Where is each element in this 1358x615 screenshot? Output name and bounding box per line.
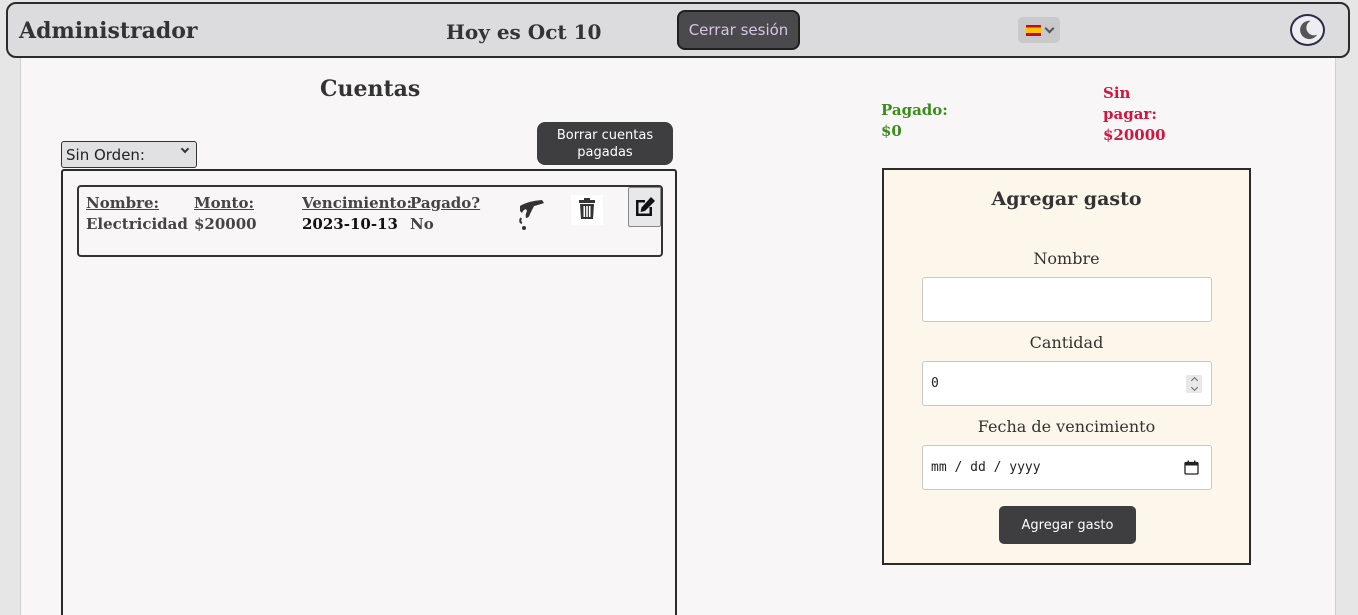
bill-paid: No xyxy=(410,215,434,233)
main-panel: Cuentas Sin Orden: Borrar cuentas pagada… xyxy=(20,58,1336,615)
unpaid-label: Sin pagar: xyxy=(1103,84,1157,123)
amount-label: Cantidad xyxy=(1029,333,1104,352)
chevron-down-icon xyxy=(1044,23,1054,33)
admin-title: Administrador xyxy=(19,18,198,44)
order-select-value: Sin Orden: xyxy=(66,145,145,164)
edit-button[interactable] xyxy=(628,187,661,227)
due-date-input[interactable]: mm / dd / yyyy xyxy=(922,445,1212,490)
bills-title: Cuentas xyxy=(320,76,421,102)
unpaid-value: $20000 xyxy=(1103,126,1166,144)
today-date: Hoy es Oct 10 xyxy=(446,20,602,44)
bill-due-column: Vencimiento: 2023-10-13 xyxy=(302,194,412,233)
chevron-down-icon xyxy=(180,144,190,154)
moon-icon xyxy=(1299,20,1317,40)
order-select[interactable]: Sin Orden: xyxy=(61,141,197,168)
bill-paid-column: Pagado? No xyxy=(410,194,480,233)
pay-hand-icon[interactable] xyxy=(516,198,548,232)
bill-name-column: Nombre: Electricidad xyxy=(86,194,188,233)
name-input[interactable] xyxy=(922,277,1212,322)
bill-amount-column: Monto: $20000 xyxy=(194,194,257,233)
paid-value: $0 xyxy=(881,122,902,140)
number-spinner[interactable] xyxy=(1186,375,1202,393)
top-bar: Administrador Hoy es Oct 10 Cerrar sesió… xyxy=(6,2,1350,58)
bill-paid-header: Pagado? xyxy=(410,194,481,212)
name-label: Nombre xyxy=(1033,249,1100,268)
bill-name-header: Nombre: xyxy=(86,194,160,212)
bill-amount-header: Monto: xyxy=(194,194,254,212)
amount-input[interactable]: 0 xyxy=(922,361,1212,406)
amount-value: 0 xyxy=(931,376,939,391)
form-title: Agregar gasto xyxy=(991,188,1142,210)
paid-label: Pagado: xyxy=(881,101,948,119)
add-expense-form: Agregar gasto Nombre Cantidad 0 Fecha de… xyxy=(882,168,1251,565)
bill-amount: $20000 xyxy=(194,215,257,233)
bill-due-header: Vencimiento: xyxy=(302,194,413,212)
logout-button[interactable]: Cerrar sesión xyxy=(677,10,800,50)
bill-name: Electricidad xyxy=(86,215,188,233)
edit-icon xyxy=(635,197,655,216)
unpaid-total: Sin pagar: $20000 xyxy=(1103,83,1173,146)
bill-card: Nombre: Electricidad Monto: $20000 Venci… xyxy=(77,185,663,257)
delete-paid-bills-button[interactable]: Borrar cuentas pagadas xyxy=(537,122,673,165)
language-select[interactable] xyxy=(1018,17,1060,43)
add-expense-button[interactable]: Agregar gasto xyxy=(999,506,1136,544)
theme-toggle-button[interactable] xyxy=(1290,14,1325,46)
spain-flag-icon xyxy=(1025,24,1041,36)
bill-due: 2023-10-13 xyxy=(302,215,398,233)
bills-list: Nombre: Electricidad Monto: $20000 Venci… xyxy=(61,169,677,615)
calendar-icon[interactable] xyxy=(1184,460,1199,475)
due-date-label: Fecha de vencimiento xyxy=(977,417,1156,436)
spin-down-icon xyxy=(1190,383,1198,392)
trash-icon[interactable] xyxy=(571,195,603,225)
due-date-placeholder: mm / dd / yyyy xyxy=(931,460,1041,475)
paid-total: Pagado: $0 xyxy=(881,100,948,142)
